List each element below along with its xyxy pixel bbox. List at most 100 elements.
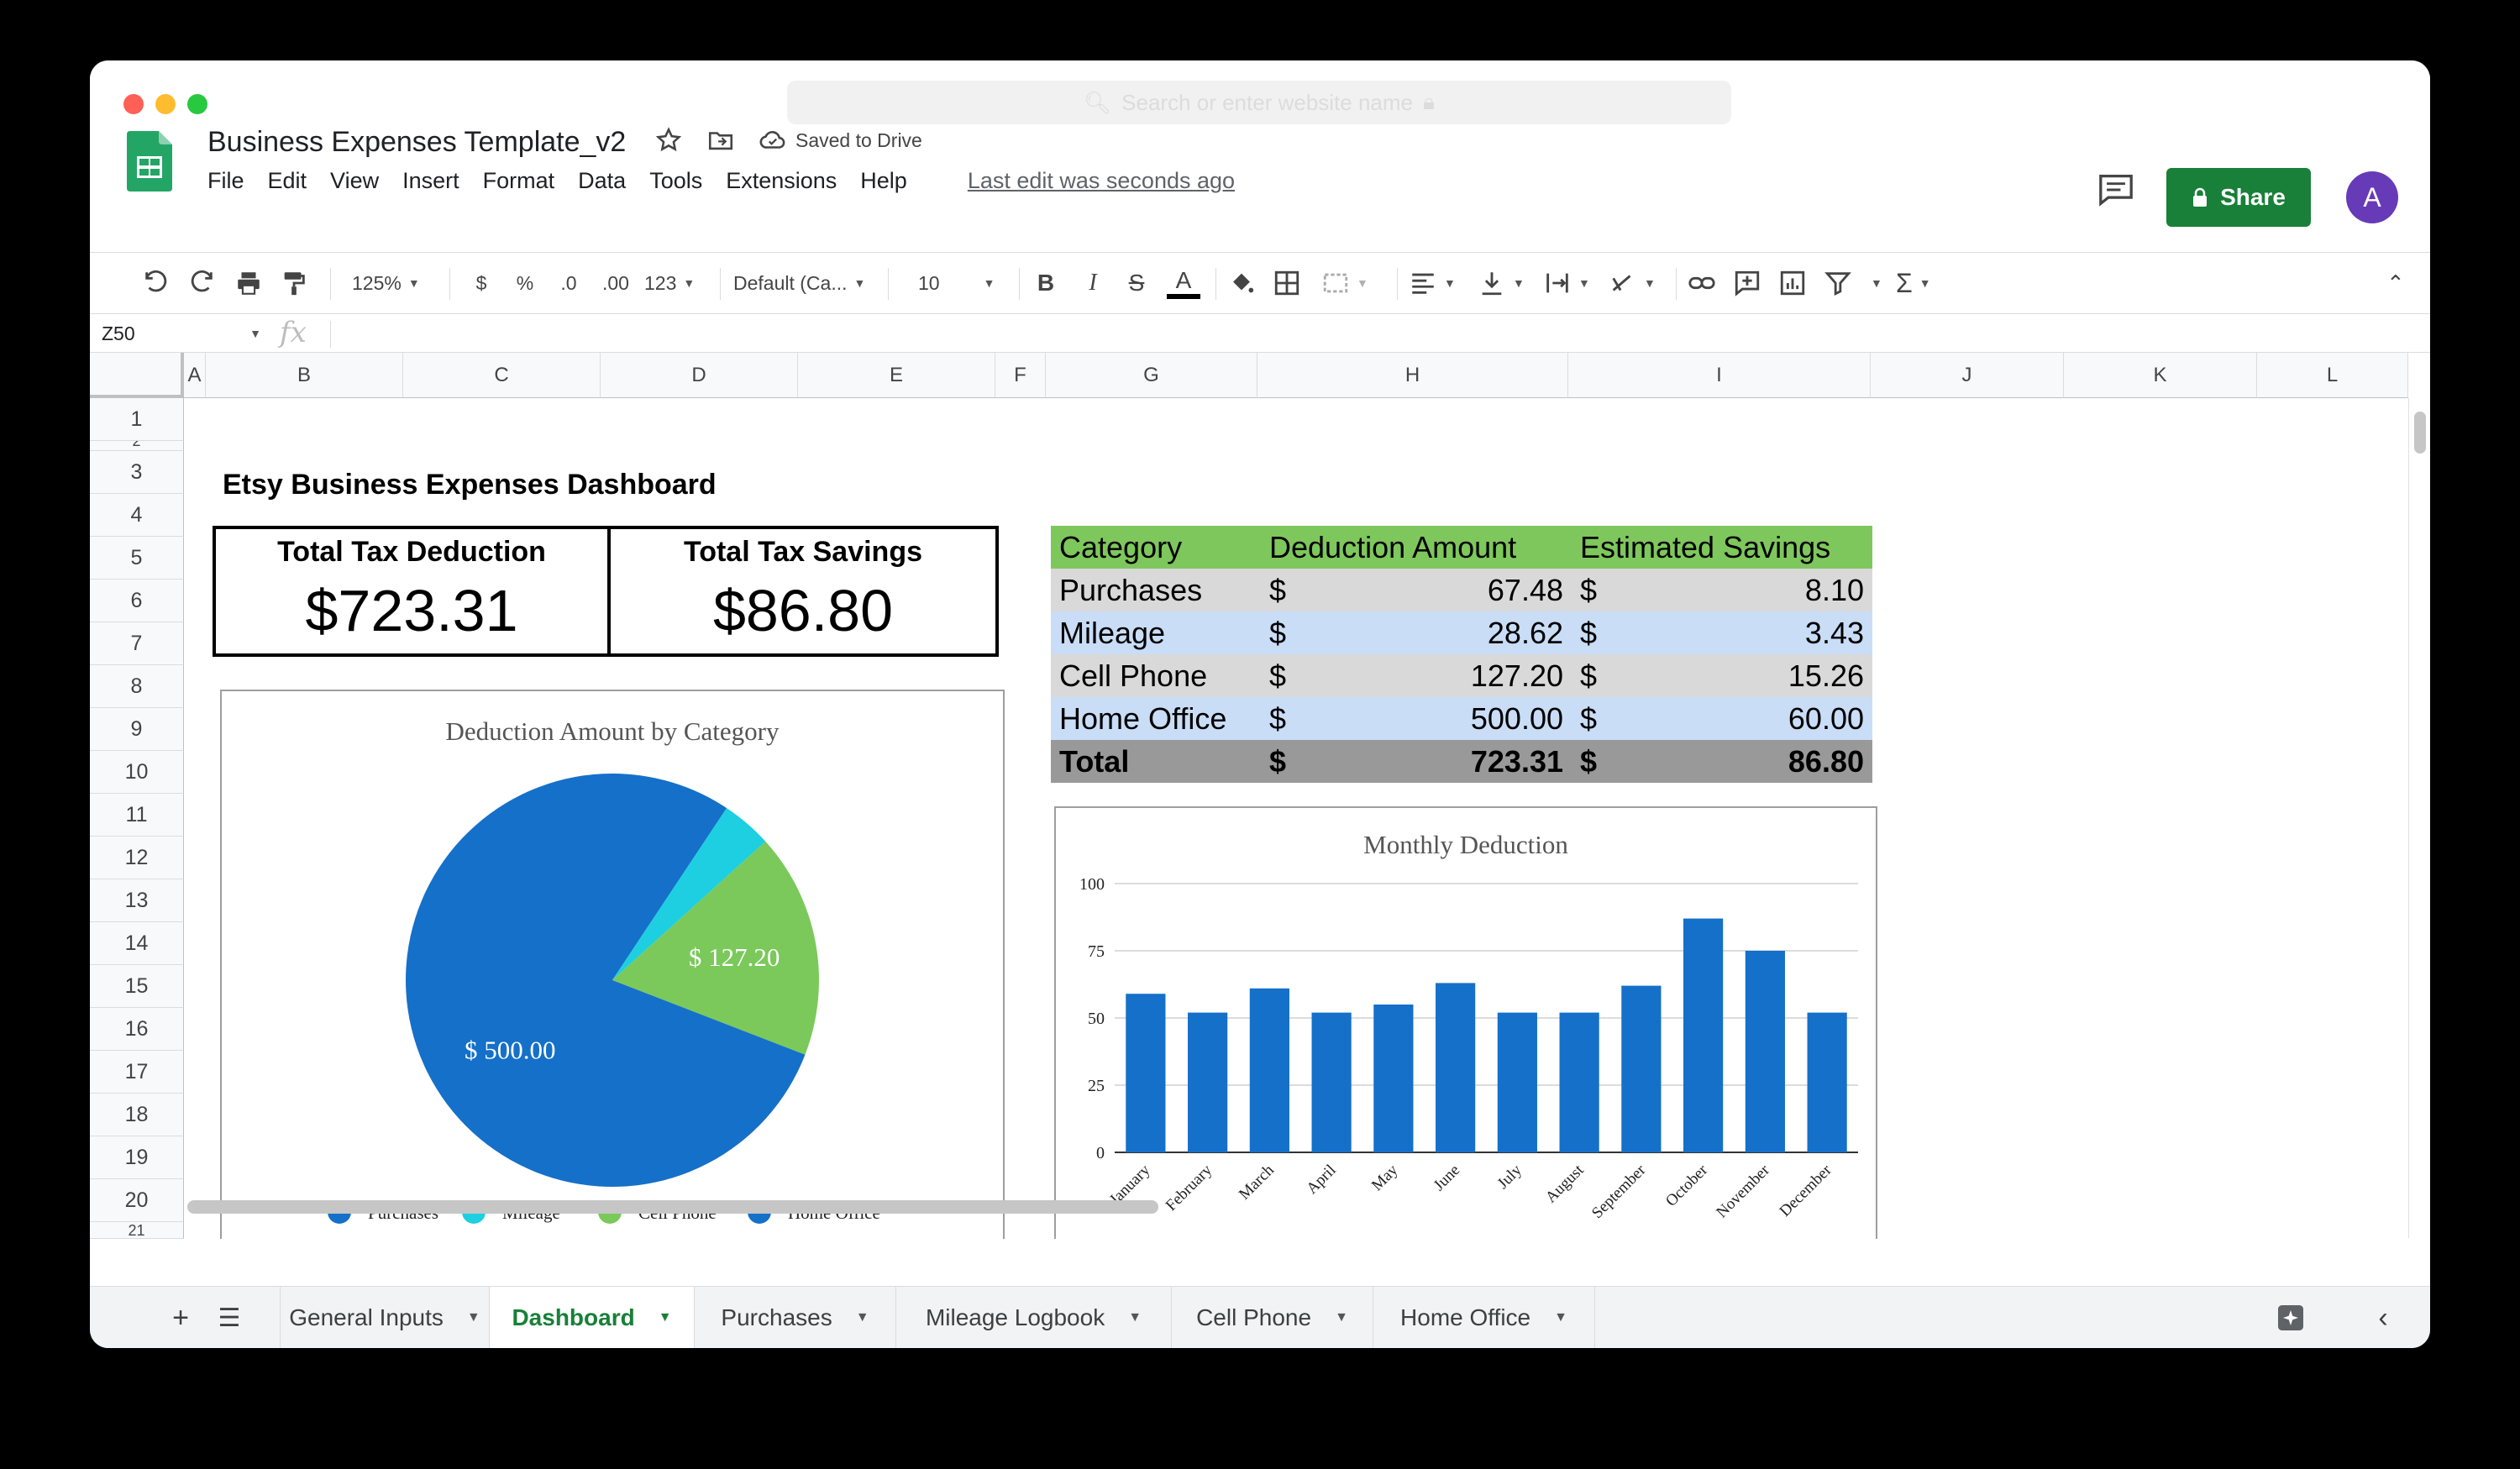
tab-general-inputs[interactable]: General Inputs ▼	[280, 1287, 490, 1348]
row-header[interactable]: 9	[90, 708, 184, 751]
select-all-corner[interactable]	[90, 353, 184, 398]
insert-chart-button[interactable]	[1778, 265, 1807, 302]
strikethrough-button[interactable]: S	[1120, 265, 1153, 302]
saved-status[interactable]: Saved to Drive	[759, 126, 922, 155]
row-header[interactable]: 12	[90, 837, 184, 879]
bar[interactable]	[1436, 983, 1476, 1152]
header-deduction-amount[interactable]: Deduction Amount	[1261, 526, 1572, 569]
comment-history-icon[interactable]	[2097, 173, 2134, 207]
bar-chart[interactable]: Monthly Deduction 0 25 50 75 100 January Febru…	[1054, 806, 1877, 1239]
column-header-b[interactable]: B	[206, 353, 403, 398]
tab-home-office[interactable]: Home Office ▼	[1373, 1287, 1595, 1348]
bar[interactable]	[1373, 1005, 1414, 1152]
fill-color-button[interactable]	[1227, 265, 1256, 302]
scrollbar-thumb[interactable]	[2414, 412, 2426, 454]
table-cell[interactable]: 15.26	[1622, 654, 1872, 697]
menu-tools[interactable]: Tools	[649, 168, 702, 194]
more-formats-button[interactable]: 123 ▼	[644, 265, 695, 302]
bar[interactable]	[1807, 1012, 1847, 1152]
collapse-panel-button[interactable]: ‹	[2358, 1287, 2408, 1348]
table-cell[interactable]: $	[1261, 569, 1311, 611]
minimize-window-button[interactable]	[155, 94, 176, 114]
account-avatar[interactable]: A	[2346, 171, 2398, 223]
column-header-l[interactable]: L	[2257, 353, 2408, 398]
tab-purchases[interactable]: Purchases ▼	[695, 1287, 896, 1348]
decrease-decimal-button[interactable]: .0	[554, 265, 584, 302]
row-header[interactable]: 10	[90, 751, 184, 794]
column-header-d[interactable]: D	[601, 353, 798, 398]
bar[interactable]	[1559, 1012, 1599, 1152]
bar[interactable]	[1621, 985, 1662, 1152]
bar[interactable]	[1126, 994, 1166, 1152]
menu-format[interactable]: Format	[483, 168, 555, 194]
table-cell[interactable]: $	[1572, 654, 1622, 697]
bar[interactable]	[1683, 918, 1724, 1152]
table-cell[interactable]: $	[1572, 611, 1622, 654]
collapse-toolbar-button[interactable]: ⌃	[2386, 265, 2405, 302]
table-cell[interactable]: Home Office	[1051, 697, 1261, 740]
menu-file[interactable]: File	[207, 168, 244, 194]
table-cell[interactable]: 86.80	[1622, 740, 1872, 783]
row-header[interactable]: 18	[90, 1094, 184, 1136]
table-cell[interactable]: $	[1261, 740, 1311, 783]
table-cell[interactable]: 500.00	[1311, 697, 1572, 740]
column-header-g[interactable]: G	[1046, 353, 1257, 398]
tab-mileage-logbook[interactable]: Mileage Logbook ▼	[896, 1287, 1172, 1348]
table-cell[interactable]: 28.62	[1311, 611, 1572, 654]
horizontal-scrollbar[interactable]	[184, 1197, 2351, 1215]
paint-format-button[interactable]	[280, 265, 308, 302]
table-cell[interactable]: 8.10	[1622, 569, 1872, 611]
table-cell[interactable]: $	[1572, 569, 1622, 611]
row-header[interactable]: 6	[90, 580, 184, 622]
scrollbar-thumb[interactable]	[187, 1200, 1158, 1214]
bar[interactable]	[1249, 988, 1289, 1152]
row-header[interactable]: 21	[90, 1222, 184, 1239]
tab-dashboard[interactable]: Dashboard ▼	[490, 1287, 695, 1348]
column-header-c[interactable]: C	[403, 353, 601, 398]
last-edit-link[interactable]: Last edit was seconds ago	[968, 168, 1235, 194]
table-cell[interactable]: Total	[1051, 740, 1261, 783]
format-currency-button[interactable]: $	[466, 265, 496, 302]
menu-extensions[interactable]: Extensions	[726, 168, 837, 194]
menu-view[interactable]: View	[330, 168, 379, 194]
row-header[interactable]: 16	[90, 1008, 184, 1051]
table-cell[interactable]: Purchases	[1051, 569, 1261, 611]
sheets-logo-icon[interactable]	[127, 131, 172, 191]
row-header[interactable]: 1	[90, 398, 184, 441]
table-cell[interactable]: $	[1261, 654, 1311, 697]
add-sheet-button[interactable]: +	[157, 1287, 204, 1348]
text-wrapping-button[interactable]: ▼	[1543, 265, 1590, 302]
text-rotation-button[interactable]: ▼	[1609, 265, 1656, 302]
text-color-button[interactable]: A	[1165, 265, 1202, 302]
table-cell[interactable]: 127.20	[1311, 654, 1572, 697]
table-cell[interactable]: $	[1572, 740, 1622, 783]
font-select[interactable]: Default (Ca... ▼	[733, 265, 865, 302]
print-button[interactable]	[234, 265, 263, 302]
merge-cells-button[interactable]: ▼	[1321, 265, 1368, 302]
row-header[interactable]: 8	[90, 665, 184, 708]
column-header-e[interactable]: E	[798, 353, 995, 398]
menu-insert[interactable]: Insert	[402, 168, 459, 194]
row-header[interactable]: 11	[90, 794, 184, 837]
row-header[interactable]: 2	[90, 441, 184, 451]
undo-button[interactable]	[142, 265, 171, 302]
redo-button[interactable]	[187, 265, 216, 302]
table-cell[interactable]: Cell Phone	[1051, 654, 1261, 697]
row-header[interactable]: 4	[90, 494, 184, 537]
bold-button[interactable]: B	[1029, 265, 1063, 302]
pie-chart[interactable]: Deduction Amount by Category $ 127.20 $ 5…	[220, 690, 1005, 1239]
menu-edit[interactable]: Edit	[268, 168, 307, 194]
horizontal-align-button[interactable]: ▼	[1409, 265, 1456, 302]
share-button[interactable]: Share	[2166, 168, 2311, 227]
filter-button[interactable]: ▼	[1824, 265, 1882, 302]
table-cell[interactable]: 723.31	[1311, 740, 1572, 783]
format-percent-button[interactable]: %	[510, 265, 540, 302]
column-header-f[interactable]: F	[995, 353, 1046, 398]
row-header[interactable]: 3	[90, 451, 184, 494]
table-cell[interactable]: 60.00	[1622, 697, 1872, 740]
menu-data[interactable]: Data	[578, 168, 626, 194]
star-icon[interactable]	[654, 126, 683, 155]
column-header-a[interactable]: A	[184, 353, 206, 398]
column-header-i[interactable]: I	[1568, 353, 1871, 398]
table-cell[interactable]: $	[1572, 697, 1622, 740]
